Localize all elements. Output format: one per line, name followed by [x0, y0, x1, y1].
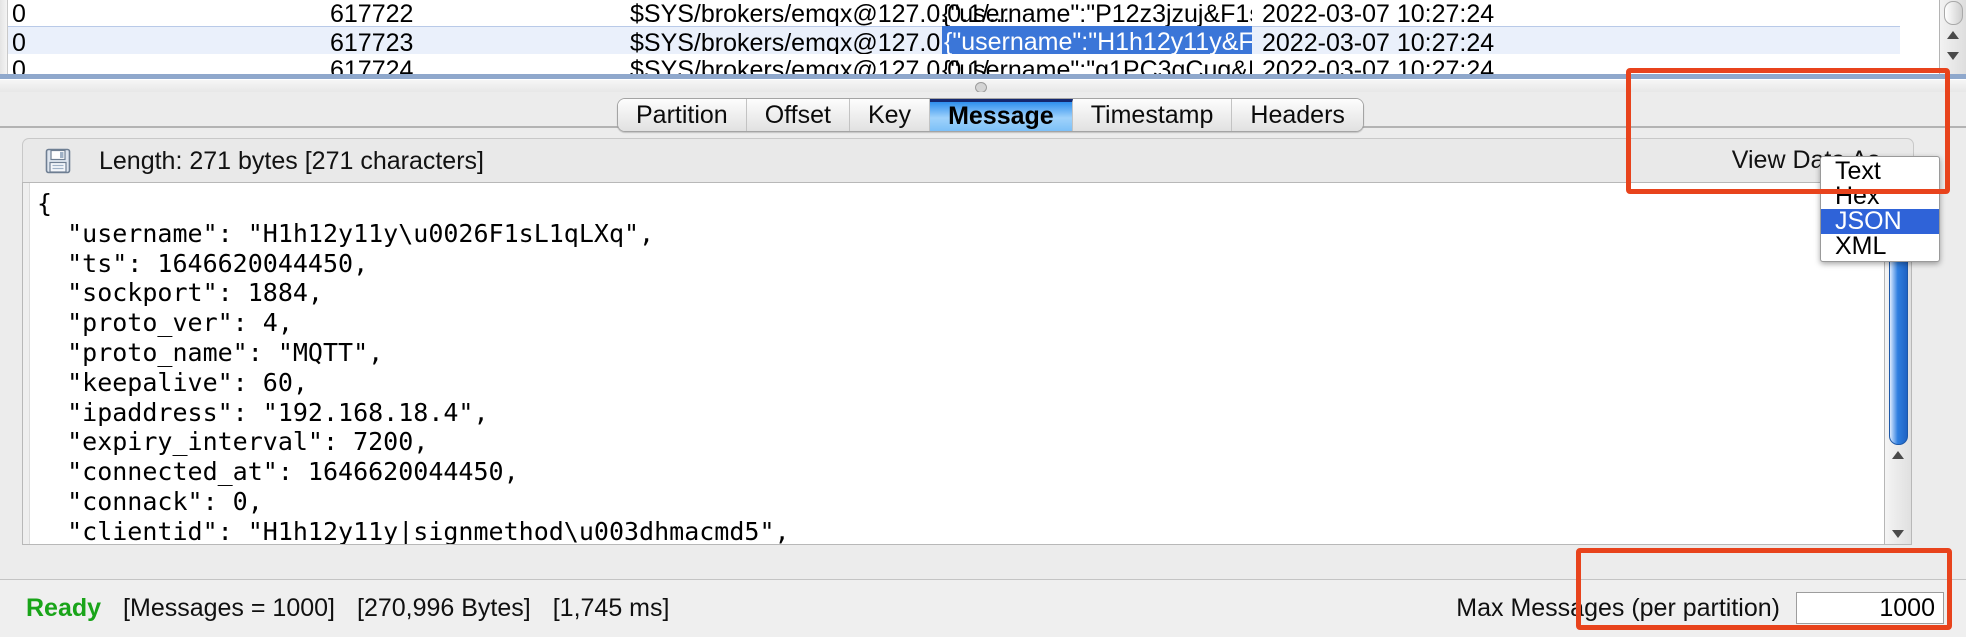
- tab-partition[interactable]: Partition: [618, 99, 747, 131]
- tab-message[interactable]: Message: [930, 99, 1073, 131]
- tab-group[interactable]: Partition Offset Key Message Timestamp H…: [617, 98, 1364, 132]
- cell-offset: 617722: [330, 0, 414, 28]
- max-messages-label: Max Messages (per partition): [1456, 593, 1780, 622]
- viewer-gutter: [23, 183, 30, 544]
- view-data-as-dropdown-menu[interactable]: Text Hex JSON XML: [1820, 156, 1940, 262]
- message-list-table[interactable]: 0 617722 $SYS/brokers/emqx@127.0.0.1/...…: [0, 0, 1966, 82]
- status-message-count: [Messages = 1000]: [123, 594, 335, 622]
- tab-offset[interactable]: Offset: [746, 99, 850, 131]
- status-elapsed-time: [1,745 ms]: [552, 594, 670, 622]
- status-bar: Ready [Messages = 1000] [270,996 Bytes] …: [0, 579, 1966, 637]
- tab-headers[interactable]: Headers: [1232, 99, 1363, 131]
- scrollbar-thumb[interactable]: [1944, 1, 1963, 25]
- menu-item-hex[interactable]: Hex: [1821, 182, 1939, 210]
- status-byte-count: [270,996 Bytes]: [357, 594, 531, 622]
- scroll-down-arrow-icon[interactable]: [1947, 52, 1959, 60]
- message-length-bar: Length: 271 bytes [271 characters]: [22, 138, 1914, 183]
- detail-tab-bar: Partition Offset Key Message Timestamp H…: [0, 98, 1966, 134]
- save-icon[interactable]: [45, 148, 71, 174]
- cell-value: {"username":"P12z3jzuj&F1sL1qL...: [942, 0, 1252, 28]
- message-detail-panel: Partition Offset Key Message Timestamp H…: [0, 92, 1966, 579]
- menu-item-xml[interactable]: XML: [1821, 232, 1939, 260]
- message-json-content[interactable]: { "username": "H1h12y11y\u0026F1sL1qLXq"…: [37, 189, 790, 544]
- table-row-header-gutter: [0, 0, 8, 78]
- table-vertical-scrollbar[interactable]: [1939, 0, 1966, 78]
- menu-item-json[interactable]: JSON: [1821, 207, 1939, 235]
- max-messages-group: Max Messages (per partition): [1456, 588, 1944, 628]
- scroll-up-arrow-icon[interactable]: [1947, 31, 1959, 39]
- tab-timestamp[interactable]: Timestamp: [1072, 99, 1233, 131]
- tab-key[interactable]: Key: [849, 99, 931, 131]
- scroll-up-arrow-icon[interactable]: [1892, 451, 1904, 459]
- cell-topic: $SYS/brokers/emqx@127.0.0.1/...: [630, 0, 1010, 28]
- message-data-viewer[interactable]: { "username": "H1h12y11y\u0026F1sL1qLXq"…: [22, 182, 1912, 545]
- cell-partition: 0: [12, 0, 26, 28]
- max-messages-input[interactable]: [1796, 592, 1944, 624]
- menu-item-text[interactable]: Text: [1821, 157, 1939, 185]
- scroll-down-arrow-icon[interactable]: [1892, 530, 1904, 538]
- status-ready-label: Ready: [26, 594, 102, 622]
- message-length-label: Length: 271 bytes [271 characters]: [99, 146, 484, 175]
- cell-timestamp: 2022-03-07 10:27:24: [1262, 0, 1495, 28]
